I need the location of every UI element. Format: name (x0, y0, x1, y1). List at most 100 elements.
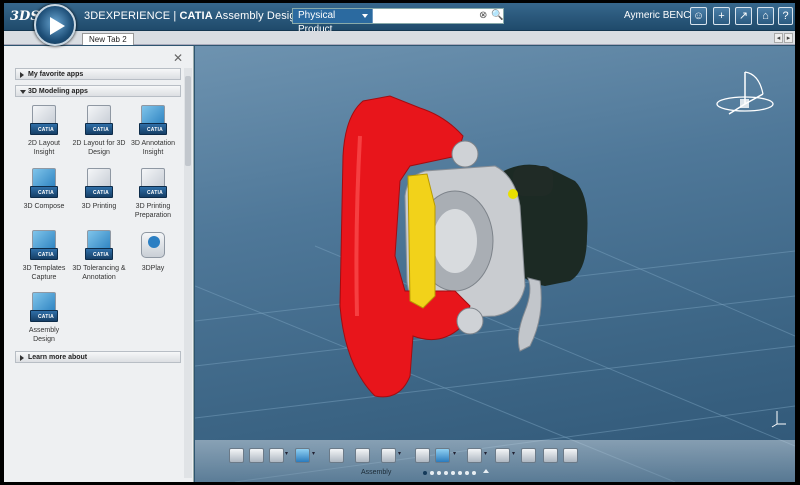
app-3d-compose[interactable]: CATIA 3D Compose (17, 166, 71, 211)
app-label: 3D Printing (81, 203, 117, 210)
pager-dot[interactable] (458, 471, 462, 475)
app-3d-annotation-insight[interactable]: CATIA 3D Annotation Insight (126, 103, 180, 157)
search-bar: Physical Product ⊗ 🔍 (292, 8, 504, 35)
app-label: 3DPlay (141, 265, 165, 272)
tab-scroll-right-icon[interactable]: ▸ (784, 33, 793, 43)
app-2d-layout-insight[interactable]: CATIA 2D Layout Insight (17, 103, 71, 157)
section-favorite-apps[interactable]: My favorite apps (15, 68, 181, 80)
measure-icon[interactable] (467, 448, 482, 463)
app-label: 3D Templates Capture (22, 265, 66, 281)
scrollbar-thumb[interactable] (185, 76, 191, 166)
section-learn-more[interactable]: Learn more about (15, 351, 181, 363)
user-button[interactable]: ☺ (690, 7, 707, 25)
pager-dot[interactable] (444, 471, 448, 475)
section-label: Learn more about (28, 354, 88, 361)
3d-viewport[interactable]: ▾ ▾ ▾ ▾ ▾ ▾ Assembly (195, 46, 795, 482)
brand-prefix: 3DEXPERIENCE | (84, 10, 180, 22)
search-input[interactable] (377, 10, 477, 22)
catia-badge: CATIA (93, 127, 109, 133)
app-2d-layout-for-3d-design[interactable]: CATIA 2D Layout for 3D Design (72, 103, 126, 157)
play-icon (50, 17, 65, 35)
app-title: 3DEXPERIENCE | CATIA Assembly Design (84, 10, 302, 22)
app-label: 2D Layout for 3D Design (72, 140, 126, 156)
dropdown-arrow-icon[interactable]: ▾ (312, 450, 316, 458)
section-icon[interactable] (563, 448, 578, 463)
app-label: 3D Printing Preparation (134, 203, 172, 219)
app-3d-printing-preparation[interactable]: CATIA 3D Printing Preparation (126, 166, 180, 220)
clash-icon[interactable] (543, 448, 558, 463)
brand-suffix: Assembly Design (212, 10, 302, 22)
home-button[interactable]: ⌂ (757, 7, 774, 25)
dropdown-arrow-icon[interactable]: ▾ (285, 450, 289, 458)
expand-arrow-icon (20, 355, 24, 361)
tab-strip: New Tab 2 ◂ ▸ (4, 31, 795, 45)
app-3dplay[interactable]: 3DPlay (126, 228, 180, 273)
clear-search-icon[interactable]: ⊗ (479, 10, 487, 22)
app-3d-tolerancing-annotation[interactable]: CATIA 3D Tolerancing & Annotation (72, 228, 126, 282)
engineering-connection-icon[interactable] (415, 448, 430, 463)
pager-dot[interactable] (437, 471, 441, 475)
axis-compass[interactable] (713, 66, 783, 126)
cut-icon[interactable] (229, 448, 244, 463)
dropdown-arrow-icon[interactable]: ▾ (512, 450, 516, 458)
catia-badge: CATIA (93, 190, 109, 196)
dropdown-arrow-icon[interactable]: ▾ (398, 450, 402, 458)
3dplay-icon (141, 232, 165, 258)
pager-dot[interactable] (465, 471, 469, 475)
axis-system-icon[interactable] (495, 448, 510, 463)
share-button[interactable]: ↗ (735, 7, 752, 25)
add-button[interactable]: + (713, 7, 730, 25)
copy-icon[interactable] (249, 448, 264, 463)
explode-icon[interactable] (521, 448, 536, 463)
dropdown-arrow-icon[interactable]: ▾ (453, 450, 457, 458)
brake-pad (407, 173, 436, 309)
section-label: My favorite apps (28, 71, 84, 78)
close-icon[interactable]: ✕ (173, 52, 183, 64)
tab-new-tab-2[interactable]: New Tab 2 (82, 33, 134, 45)
paste-icon[interactable] (269, 448, 284, 463)
search-scope-dropdown[interactable]: Physical Product (293, 9, 373, 35)
pager-dot[interactable] (430, 471, 434, 475)
replace-icon[interactable] (381, 448, 396, 463)
catia-badge: CATIA (38, 252, 54, 258)
app-label: 3D Tolerancing & Annotation (72, 265, 126, 281)
collapse-arrow-icon (20, 90, 26, 94)
undo-icon[interactable] (295, 448, 310, 463)
dropdown-arrow-icon[interactable]: ▾ (484, 450, 488, 458)
bleeder-screw (508, 189, 518, 199)
expand-toolbar-icon[interactable] (483, 469, 489, 473)
brand-app: CATIA (179, 10, 213, 22)
app-assembly-design[interactable]: CATIA Assembly Design (17, 290, 71, 344)
home-icon: ⌂ (762, 10, 769, 22)
compass-arc (744, 71, 764, 95)
axis-triad-icon (771, 411, 786, 428)
2d-layout-icon (32, 105, 56, 125)
pager-dot[interactable] (451, 471, 455, 475)
constraint-icon[interactable] (435, 448, 450, 463)
assembly-design-icon (32, 292, 56, 312)
brake-caliper-model[interactable] (195, 46, 795, 482)
chevron-down-icon (362, 14, 368, 18)
3d-printing-prep-icon (141, 168, 165, 188)
app-3d-printing[interactable]: CATIA 3D Printing (72, 166, 126, 211)
compass-button[interactable] (34, 4, 76, 46)
3d-compose-icon (32, 168, 56, 188)
catia-badge: CATIA (38, 190, 54, 196)
action-bar: ▾ ▾ ▾ ▾ ▾ ▾ Assembly (195, 440, 795, 482)
settings-icon[interactable] (329, 448, 344, 463)
section-3d-modeling-apps[interactable]: 3D Modeling apps (15, 85, 181, 97)
pager-dot[interactable] (472, 471, 476, 475)
app-window: 3DS 3DEXPERIENCE | CATIA Assembly Design… (4, 3, 795, 482)
section-label: 3D Modeling apps (28, 88, 88, 95)
panel-scrollbar[interactable] (184, 68, 192, 478)
app-3d-templates-capture[interactable]: CATIA 3D Templates Capture (17, 228, 71, 282)
insert-product-icon[interactable] (355, 448, 370, 463)
user-name: Aymeric BENCE (624, 10, 698, 21)
3d-tolerancing-icon (87, 230, 111, 250)
pager-dot[interactable] (423, 471, 427, 475)
help-button[interactable]: ? (778, 7, 793, 25)
tab-scroll-left-icon[interactable]: ◂ (774, 33, 783, 43)
search-icon[interactable]: 🔍 (491, 10, 503, 22)
bolt-top (451, 140, 479, 168)
catia-badge: CATIA (147, 190, 163, 196)
